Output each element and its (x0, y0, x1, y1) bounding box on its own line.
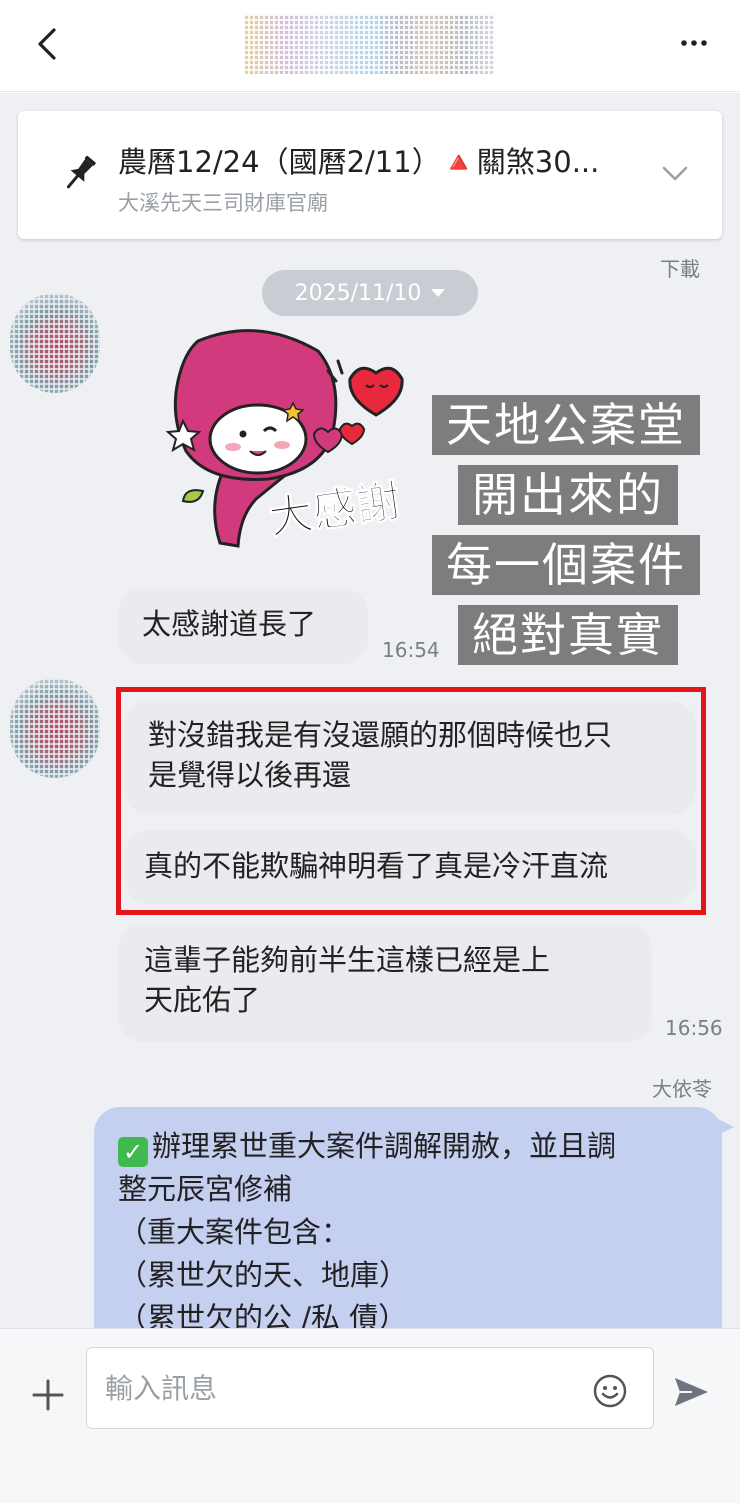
message-line: （重大案件包含： (118, 1215, 351, 1249)
message-bubble[interactable]: 太感謝道長了 (118, 588, 368, 664)
send-icon[interactable] (672, 1375, 710, 1409)
plus-icon[interactable] (30, 1377, 66, 1413)
pinned-announcement[interactable]: 農曆12/24（國曆2/11）🔺關煞30... 大溪先天三司財庫官廟 (18, 111, 722, 239)
caret-down-icon (431, 289, 446, 297)
date-selector[interactable]: 2025/11/10 (262, 270, 478, 316)
pin-icon (66, 155, 96, 189)
message-text: 太感謝道長了 (142, 607, 317, 641)
message-line: 這輩子能夠前半生這樣已經是上 (144, 943, 551, 977)
chevron-left-icon[interactable] (28, 22, 68, 66)
caption-line: 天地公案堂 (432, 395, 700, 455)
sticker-text: 大感謝 (266, 476, 404, 545)
caption-line: 每一個案件 (432, 535, 700, 595)
emoji-icon[interactable] (592, 1373, 628, 1409)
message-line: 天庇佑了 (144, 983, 261, 1017)
sender-name: 大依苓 (652, 1077, 712, 1101)
avatar[interactable] (10, 293, 100, 393)
bubble-tail (718, 1119, 734, 1135)
message-line: 辦理累世重大案件調解開赦，並且調 (152, 1129, 617, 1163)
date-label: 2025/11/10 (294, 280, 422, 306)
outgoing-message-bubble[interactable]: ✓ 辦理累世重大案件調解開赦，並且調 整元辰宮修補 （重大案件包含： （累世欠的天… (94, 1107, 722, 1328)
highlight-annotation (116, 687, 706, 915)
check-mark-icon: ✓ (118, 1137, 148, 1167)
download-label[interactable]: 下載 (660, 253, 700, 282)
caption-line: 開出來的 (458, 465, 678, 525)
message-time: 16:56 (665, 1016, 723, 1040)
chat-title-blurred (245, 14, 495, 74)
chat-header (0, 0, 740, 92)
chevron-down-icon[interactable] (658, 161, 692, 185)
more-horizontal-icon[interactable] (672, 28, 716, 58)
pinned-title: 農曆12/24（國曆2/11）🔺關煞30... (118, 145, 600, 179)
pinned-subtitle: 大溪先天三司財庫官廟 (118, 191, 328, 215)
avatar[interactable] (10, 678, 100, 778)
message-input[interactable] (86, 1347, 654, 1429)
message-line: （累世欠的天、地庫） (118, 1258, 409, 1292)
chat-area[interactable]: 農曆12/24（國曆2/11）🔺關煞30... 大溪先天三司財庫官廟 下載 20… (0, 93, 740, 1328)
message-time: 16:54 (382, 638, 440, 662)
message-bubble[interactable]: 這輩子能夠前半生這樣已經是上 天庇佑了 (118, 924, 652, 1042)
thank-you-sticker: 大感謝 (165, 329, 404, 548)
message-composer (0, 1328, 740, 1503)
message-line: 整元辰宮修補 (118, 1172, 293, 1206)
caption-line: 絕對真實 (458, 605, 678, 665)
message-line: （累世欠的公 /私 債） (118, 1301, 408, 1328)
